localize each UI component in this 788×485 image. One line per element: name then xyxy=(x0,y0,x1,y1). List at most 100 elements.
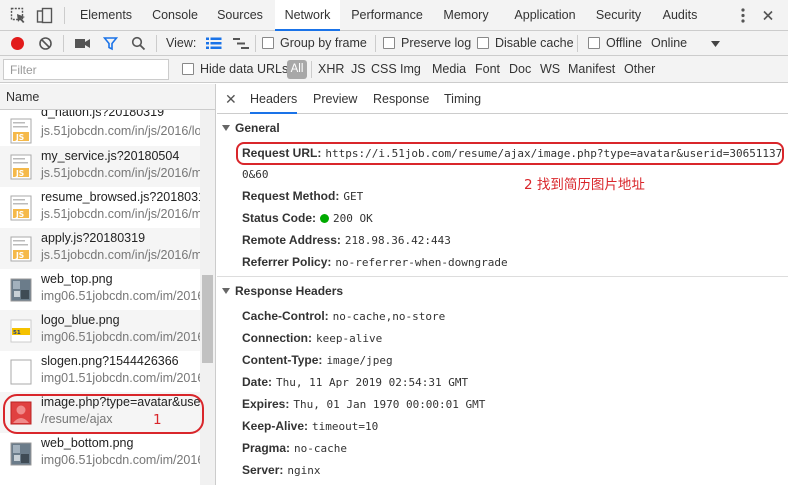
header-value: 218.98.36.42:443 xyxy=(344,234,451,247)
request-name: my_service.js?20180504 xyxy=(41,149,180,163)
screenshot-capture-icon[interactable] xyxy=(74,37,91,50)
filter-other-button[interactable]: Other xyxy=(624,56,655,83)
request-row[interactable]: JS resume_browsed.js?20180319 js.51jobcd… xyxy=(0,187,200,228)
preserve-log-checkbox[interactable]: Preserve log xyxy=(383,31,471,56)
svg-text:JS: JS xyxy=(15,169,24,178)
filter-xhr-button[interactable]: XHR xyxy=(318,56,344,83)
tab-application[interactable]: Application xyxy=(505,0,585,31)
expand-triangle-icon xyxy=(222,125,230,131)
header-value: keep-alive xyxy=(316,332,383,345)
general-section-header[interactable]: General xyxy=(222,121,280,135)
filter-ws-button[interactable]: WS xyxy=(540,56,560,83)
request-row[interactable]: JS my_service.js?20180504 js.51jobcdn.co… xyxy=(0,146,200,187)
request-path: img06.51jobcdn.com/im/2016 xyxy=(41,289,200,303)
filter-img-button[interactable]: Img xyxy=(400,56,421,83)
name-column-header[interactable]: Name xyxy=(0,84,216,110)
request-row[interactable]: web_bottom.png img06.51jobcdn.com/im/201… xyxy=(0,433,200,474)
search-icon[interactable] xyxy=(131,36,146,51)
toolbar-separator xyxy=(156,35,157,52)
header-key: Date: xyxy=(242,375,273,389)
checkbox-box[interactable] xyxy=(383,37,395,49)
group-by-frame-checkbox[interactable]: Group by frame xyxy=(262,31,367,56)
header-key: Pragma: xyxy=(242,441,291,455)
filter-font-button[interactable]: Font xyxy=(475,56,500,83)
throttling-select[interactable]: Online xyxy=(651,31,687,56)
header-value: no-referrer-when-downgrade xyxy=(335,256,508,269)
filter-doc-button[interactable]: Doc xyxy=(509,56,531,83)
tab-separator xyxy=(64,7,65,24)
list-scrollbar-thumb[interactable] xyxy=(202,275,213,363)
tab-headers[interactable]: Headers xyxy=(250,84,298,114)
header-key: Keep-Alive: xyxy=(242,419,309,433)
image-thumb-icon xyxy=(10,278,32,302)
request-name: d_nation.js?20180319 xyxy=(41,110,165,119)
tab-network[interactable]: Network xyxy=(275,0,340,31)
waterfall-overview-icon[interactable] xyxy=(233,37,249,50)
filter-media-button[interactable]: Media xyxy=(432,56,466,83)
svg-text:JS: JS xyxy=(15,133,24,142)
inspect-element-icon[interactable] xyxy=(10,7,27,24)
tab-elements[interactable]: Elements xyxy=(74,0,138,31)
header-key: Cache-Control: xyxy=(242,309,329,323)
svg-text:JS: JS xyxy=(15,210,24,219)
filter-css-button[interactable]: CSS xyxy=(371,56,397,83)
filter-js-button[interactable]: JS xyxy=(351,56,366,83)
device-toolbar-icon[interactable] xyxy=(36,7,53,24)
close-details-icon[interactable]: ✕ xyxy=(225,84,237,114)
request-row[interactable]: slogen.png?1544426366 img01.51jobcdn.com… xyxy=(0,351,200,392)
tab-preview[interactable]: Preview xyxy=(313,84,357,114)
hide-data-urls-checkbox[interactable]: Hide data URLs xyxy=(182,56,288,83)
tab-performance[interactable]: Performance xyxy=(346,0,428,31)
close-devtools-icon[interactable] xyxy=(762,7,774,24)
status-code-row: Status Code: 200 OK xyxy=(242,211,373,225)
filter-all-button[interactable]: All xyxy=(287,60,307,79)
chevron-down-icon[interactable] xyxy=(711,41,720,47)
request-row[interactable]: JS d_nation.js?20180319 js.51jobcdn.com/… xyxy=(0,110,200,151)
referrer-policy-row: Referrer Policy: no-referrer-when-downgra… xyxy=(242,255,508,269)
checkbox-box[interactable] xyxy=(588,37,600,49)
request-name: web_top.png xyxy=(41,272,113,286)
tab-timing[interactable]: Timing xyxy=(444,84,481,114)
tab-sources[interactable]: Sources xyxy=(211,0,269,31)
toolbar-separator xyxy=(577,35,578,52)
logo-thumb-icon: 51 xyxy=(10,319,32,343)
tab-audits[interactable]: Audits xyxy=(656,0,704,31)
toolbar-separator xyxy=(375,35,376,52)
request-path: js.51jobcdn.com/in/js/2016/m xyxy=(41,166,200,180)
clear-icon[interactable] xyxy=(38,36,53,51)
checkbox-box[interactable] xyxy=(262,37,274,49)
svg-text:51: 51 xyxy=(13,330,21,336)
tab-console[interactable]: Console xyxy=(143,0,207,31)
record-icon[interactable] xyxy=(10,36,25,51)
header-value: Thu, 11 Apr 2019 02:54:31 GMT xyxy=(276,376,469,389)
response-header-row: Cache-Control: no-cache,no-store xyxy=(242,309,445,323)
request-row[interactable]: 51 logo_blue.png img06.51jobcdn.com/im/2… xyxy=(0,310,200,351)
response-headers-section-header[interactable]: Response Headers xyxy=(222,284,343,298)
tab-security[interactable]: Security xyxy=(591,0,646,31)
filter-manifest-button[interactable]: Manifest xyxy=(568,56,615,83)
js-file-icon: JS xyxy=(10,236,32,262)
filter-input[interactable] xyxy=(3,59,169,80)
response-header-row: Server: nginx xyxy=(242,463,321,477)
request-row[interactable]: JS apply.js?20180319 js.51jobcdn.com/in/… xyxy=(0,228,200,269)
toolbar-separator xyxy=(255,35,256,52)
tab-memory[interactable]: Memory xyxy=(436,0,496,31)
header-value: nginx xyxy=(287,464,321,477)
disable-cache-checkbox[interactable]: Disable cache xyxy=(477,31,574,56)
image-thumb-icon xyxy=(10,442,32,466)
offline-checkbox[interactable]: Offline xyxy=(588,31,642,56)
large-rows-icon[interactable] xyxy=(206,37,222,50)
devtools-tab-bar: Elements Console Sources Network Perform… xyxy=(0,0,788,31)
checkbox-box[interactable] xyxy=(477,37,489,49)
preserve-log-label: Preserve log xyxy=(401,36,472,50)
request-path: img01.51jobcdn.com/im/2016 xyxy=(41,371,200,385)
filter-icon[interactable] xyxy=(103,36,118,51)
details-tab-bar: ✕ Headers Preview Response Timing xyxy=(217,84,788,114)
tab-response[interactable]: Response xyxy=(373,84,429,114)
response-header-row: Keep-Alive: timeout=10 xyxy=(242,419,378,433)
more-options-icon[interactable] xyxy=(740,7,746,24)
checkbox-box[interactable] xyxy=(182,63,194,75)
request-name: web_bottom.png xyxy=(41,436,134,450)
request-row[interactable]: web_top.png img06.51jobcdn.com/im/2016 xyxy=(0,269,200,310)
response-header-row: Date: Thu, 11 Apr 2019 02:54:31 GMT xyxy=(242,375,468,389)
